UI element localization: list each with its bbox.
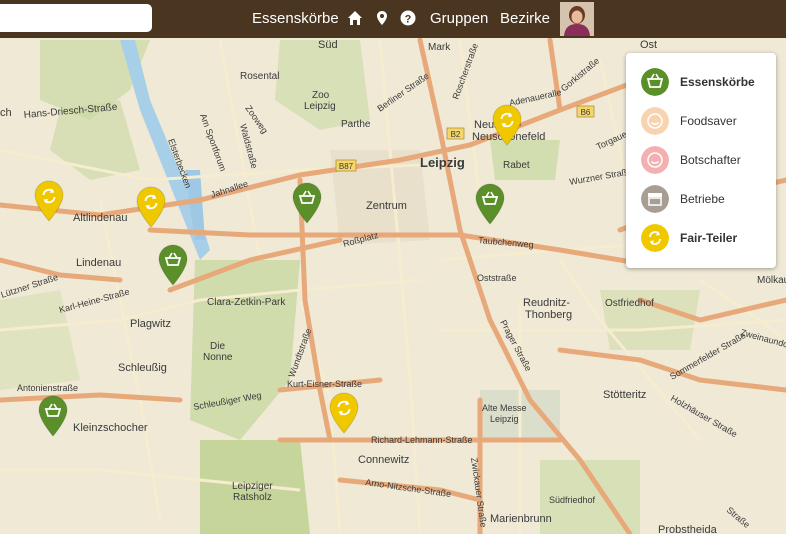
- basket-icon: [38, 395, 68, 437]
- map-label-kleinzschocher: Kleinzschocher: [73, 422, 148, 434]
- legend-swatch: [641, 224, 669, 252]
- map-label-molkau: Mölkau: [757, 275, 786, 286]
- svg-text:?: ?: [405, 13, 412, 25]
- fair-teiler-marker[interactable]: [136, 186, 166, 228]
- recycle-icon: [329, 392, 359, 434]
- map-label-thonberg: Thonberg: [525, 309, 572, 321]
- map-label-lindenau: Lindenau: [76, 257, 121, 269]
- legend-item-stores[interactable]: Betriebe: [641, 185, 776, 215]
- map-label-sudfriedhof: Südfriedhof: [549, 495, 596, 505]
- basket-icon: [641, 68, 669, 96]
- legend-swatch: [641, 68, 669, 96]
- road-label-b6: B6: [581, 108, 591, 117]
- map-label-parthe: Parthe: [341, 119, 371, 130]
- smiley-icon: [641, 107, 669, 135]
- legend-label-stores: Betriebe: [680, 192, 725, 206]
- user-avatar[interactable]: [560, 2, 594, 36]
- recycle-icon: [641, 224, 669, 252]
- recycle-icon: [136, 186, 166, 228]
- map-label-kurt-eisner: Kurt-Eisner-Straße: [287, 379, 362, 389]
- fair-teiler-marker[interactable]: [492, 104, 522, 146]
- legend-label-baskets: Essenskörbe: [680, 75, 755, 89]
- top-navigation-bar: Essenskörbe ? Gruppen Bezirke: [0, 0, 786, 38]
- home-icon[interactable]: [347, 10, 363, 26]
- map-label-oststrasse: Oststraße: [477, 273, 517, 283]
- map-label-ratsholz: Ratsholz: [233, 492, 272, 503]
- map-label-stotteritz: Stötteritz: [603, 389, 646, 401]
- map-label-ch: ch: [0, 107, 12, 119]
- legend-label-fair-teiler: Fair-Teiler: [680, 231, 738, 245]
- nav-link-districts[interactable]: Bezirke: [500, 10, 550, 27]
- map-label-altlindenau: Altlindenau: [73, 212, 127, 224]
- map-label-alte-messe: Alte Messe: [482, 403, 527, 413]
- road-label-b87: B87: [339, 162, 354, 171]
- legend-swatch: [641, 146, 669, 174]
- map-label-nonne: Nonne: [203, 352, 233, 363]
- legend-item-baskets[interactable]: Essenskörbe: [641, 68, 776, 98]
- map-label-rabet: Rabet: [503, 160, 530, 171]
- nav-link-groups[interactable]: Gruppen: [430, 10, 488, 27]
- legend-item-ambassadors[interactable]: Botschafter: [641, 146, 776, 176]
- road-label-b2: B2: [451, 130, 461, 139]
- question-circle-icon[interactable]: ?: [400, 10, 416, 26]
- fair-teiler-marker[interactable]: [329, 392, 359, 434]
- map-label-zoo: Zoo: [312, 90, 330, 101]
- map-label-leipziger: Leipziger: [232, 481, 273, 492]
- legend-item-fair-teiler[interactable]: Fair-Teiler: [641, 224, 776, 254]
- smiley-icon: [641, 146, 669, 174]
- basket-marker[interactable]: [38, 395, 68, 437]
- map-label-ostfriedhof: Ostfriedhof: [605, 298, 654, 309]
- map-label-richard-lehmann: Richard-Lehmann-Straße: [371, 435, 473, 445]
- basket-marker[interactable]: [475, 183, 505, 225]
- map-label-sud: Süd: [318, 39, 338, 51]
- recycle-icon: [492, 104, 522, 146]
- store-icon: [641, 185, 669, 213]
- map-label-marienbrunn: Marienbrunn: [490, 513, 552, 525]
- legend-item-foodsaver[interactable]: Foodsaver: [641, 107, 776, 137]
- map-legend: Essenskörbe Foodsaver Botschafter Betrie…: [626, 53, 776, 268]
- map-label-reudnitz: Reudnitz-: [523, 297, 570, 309]
- map-marker-icon[interactable]: [374, 10, 390, 26]
- map-label-ost: Ost: [640, 39, 657, 51]
- search-input[interactable]: [0, 4, 152, 32]
- legend-swatch: [641, 107, 669, 135]
- map-label-mark: Mark: [428, 42, 451, 53]
- map-label-schleussig: Schleußig: [118, 362, 167, 374]
- basket-icon: [475, 183, 505, 225]
- map-label-clara-zetkin-park: Clara-Zetkin-Park: [207, 297, 286, 308]
- basket-icon: [158, 244, 188, 286]
- nav-link-baskets[interactable]: Essenskörbe: [252, 10, 339, 27]
- legend-label-foodsaver: Foodsaver: [680, 114, 737, 128]
- legend-swatch: [641, 185, 669, 213]
- map-label-zoo-leipzig: Leipzig: [304, 101, 336, 112]
- recycle-icon: [34, 180, 64, 222]
- map-label-leipzig: Leipzig: [420, 155, 465, 170]
- map-label-plagwitz: Plagwitz: [130, 318, 171, 330]
- basket-marker[interactable]: [292, 182, 322, 224]
- map-label-probstheida: Probstheida: [658, 524, 718, 534]
- map-label-rosental: Rosental: [240, 71, 279, 82]
- map-label-antonien: Antonienstraße: [17, 383, 78, 393]
- map-label-die: Die: [210, 341, 225, 352]
- map-label-connewitz: Connewitz: [358, 454, 409, 466]
- avatar-image: [560, 2, 594, 36]
- map-label-alte-messe-leipzig: Leipzig: [490, 414, 519, 424]
- map-label-zentrum: Zentrum: [366, 200, 407, 212]
- basket-icon: [292, 182, 322, 224]
- legend-label-ambassadors: Botschafter: [680, 153, 741, 167]
- fair-teiler-marker[interactable]: [34, 180, 64, 222]
- basket-marker[interactable]: [158, 244, 188, 286]
